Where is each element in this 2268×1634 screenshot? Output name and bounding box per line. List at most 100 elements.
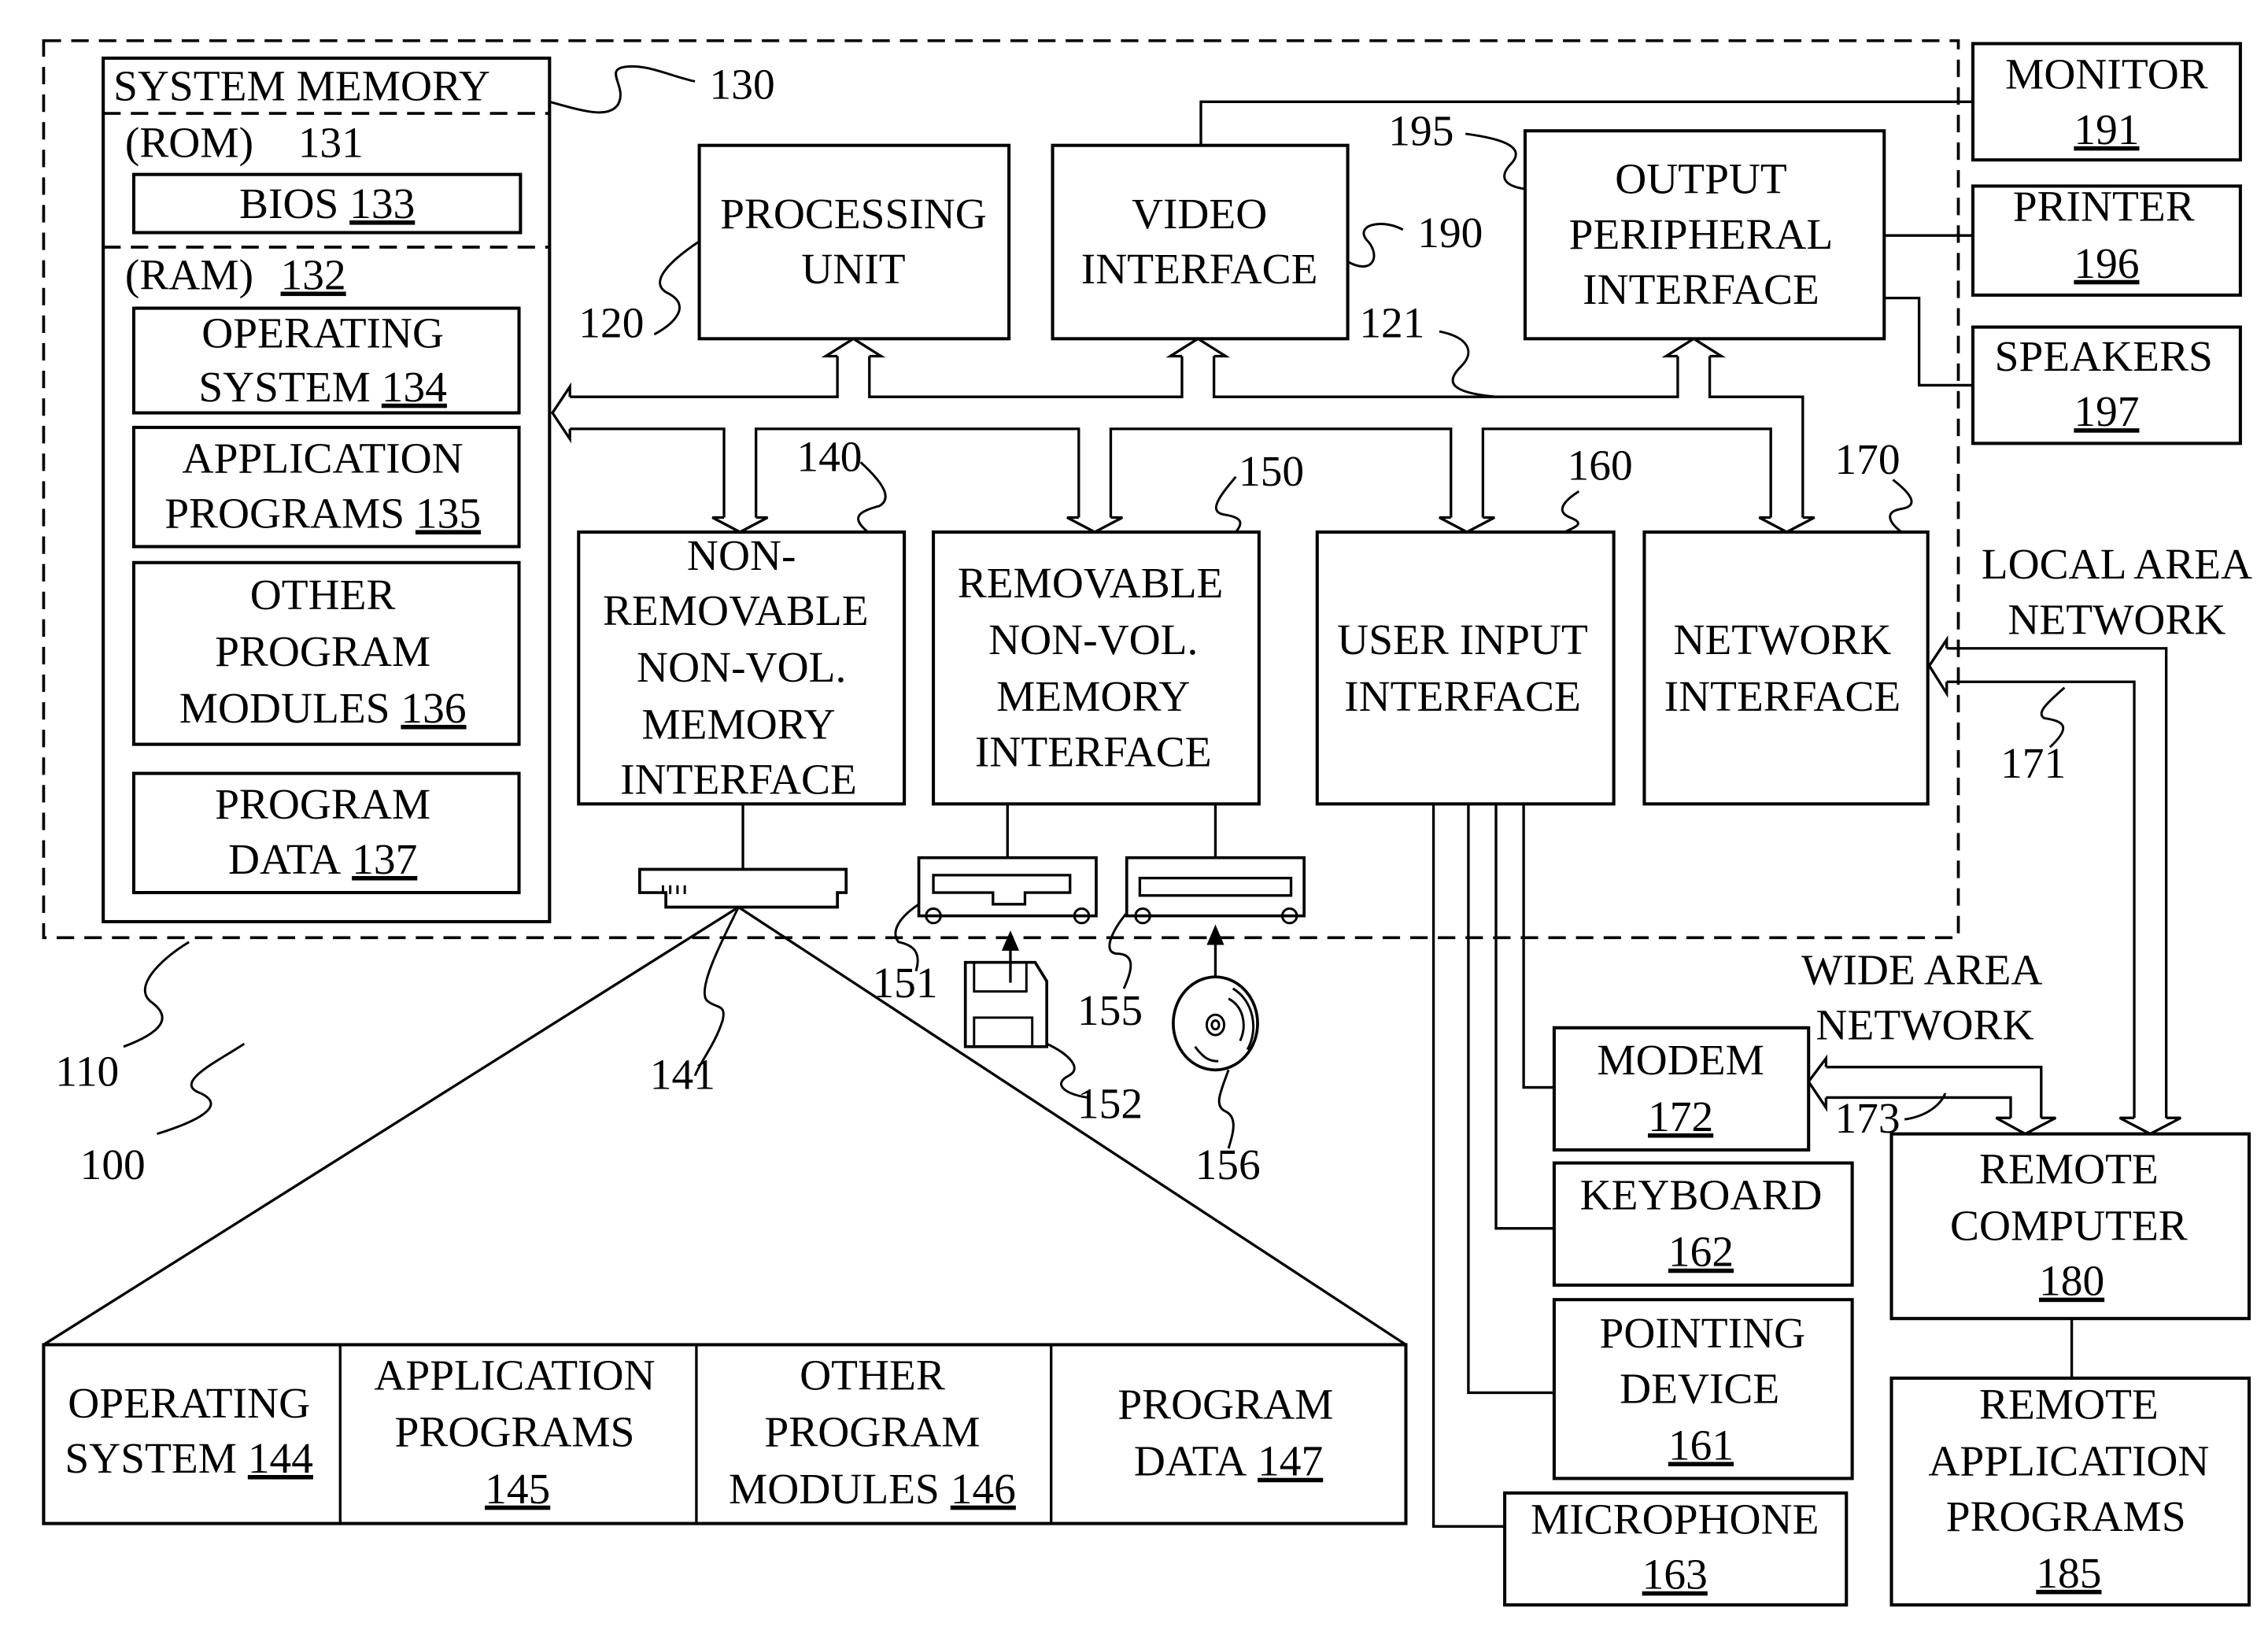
lan-line2: NETWORK <box>2008 595 2226 643</box>
nonrem-line2: REMOVABLE <box>603 586 869 634</box>
modem-ref: 172 <box>1648 1092 1713 1140</box>
rem-line1: REMOVABLE <box>958 559 1224 607</box>
network-interface: NETWORK INTERFACE 170 <box>1642 435 1930 806</box>
processing-unit-line2: UNIT <box>801 245 905 293</box>
ref-152: 152 <box>1077 1079 1143 1127</box>
disk-modules-line2: PROGRAM <box>764 1408 980 1456</box>
remote-apps-ref: 185 <box>2036 1549 2101 1597</box>
disk-data-line1: PROGRAM <box>1117 1381 1333 1429</box>
ram-ref: 132 <box>281 251 346 299</box>
speakers-label: SPEAKERS <box>1995 332 2213 380</box>
leader-171 <box>2040 686 2066 749</box>
rom-label: (ROM) <box>125 118 253 166</box>
wan-line2: NETWORK <box>1816 1001 2033 1049</box>
leader-170 <box>1889 479 1913 534</box>
remote-computer-line1: REMOTE <box>1979 1144 2159 1192</box>
app-135-line2: PROGRAMS 135 <box>164 489 481 537</box>
monitor-label: MONITOR <box>2005 50 2208 98</box>
leader-155 <box>1108 911 1132 989</box>
ref-121: 121 <box>1359 299 1424 347</box>
ref-171: 171 <box>2000 739 2066 787</box>
removable-memory-interface: REMOVABLE NON-VOL. MEMORY INTERFACE 150 <box>932 447 1304 858</box>
ref-160: 160 <box>1568 442 1633 490</box>
remote-apps-line1: REMOTE <box>1979 1381 2159 1429</box>
nonrem-line1: NON- <box>687 531 796 579</box>
optical-drive-icon: 155 <box>1077 856 1306 1034</box>
disk-modules-line1: OTHER <box>800 1351 945 1399</box>
wan-line1: WIDE AREA <box>1801 945 2042 993</box>
leader-140 <box>857 461 887 534</box>
monitor-ref: 191 <box>2074 105 2139 153</box>
printer: PRINTER 196 <box>1971 183 2242 297</box>
printer-ref: 196 <box>2074 239 2139 287</box>
pointing-ref: 161 <box>1668 1421 1734 1469</box>
nonrem-line4: MEMORY <box>641 700 835 748</box>
ref-130: 130 <box>710 61 775 109</box>
lan-line1: LOCAL AREA <box>1982 540 2252 588</box>
video-interface-line2: INTERFACE <box>1081 245 1318 293</box>
ref-141: 141 <box>650 1050 715 1098</box>
keyboard-ref: 162 <box>1668 1228 1734 1276</box>
remote-apps-line2: APPLICATION <box>1928 1437 2209 1485</box>
leader-195 <box>1465 132 1526 190</box>
leader-120 <box>653 240 700 336</box>
rom-ref: 131 <box>298 118 364 166</box>
leader-190 <box>1346 223 1404 268</box>
output-line2: PERIPHERAL <box>1569 210 1834 258</box>
optical-disk-icon: 156 <box>1172 924 1261 1189</box>
nonrem-line3: NON-VOL. <box>637 643 846 691</box>
os-134-line2: SYSTEM 134 <box>198 363 447 411</box>
ref-190: 190 <box>1417 209 1483 257</box>
ref-100: 100 <box>80 1140 146 1189</box>
microphone: MICROPHONE 163 <box>1503 1491 1849 1607</box>
network-line1: NETWORK <box>1673 616 1891 664</box>
processing-unit-line1: PROCESSING <box>720 190 987 238</box>
pointing-line2: DEVICE <box>1620 1364 1779 1412</box>
leader-156 <box>1217 1069 1235 1149</box>
bios-text: BIOS 133 <box>239 179 415 227</box>
user-input-line2: INTERFACE <box>1344 672 1581 720</box>
disk-apps-line1: APPLICATION <box>374 1351 655 1399</box>
leader-130 <box>549 65 696 114</box>
ref-140: 140 <box>796 432 862 480</box>
remote-apps-line3: PROGRAMS <box>1946 1492 2186 1540</box>
speakers-ref: 197 <box>2074 387 2139 435</box>
modules-136-line1: OTHER <box>250 571 396 619</box>
disk-os-line1: OPERATING <box>68 1379 310 1427</box>
disk-apps-line2: PROGRAMS <box>395 1408 635 1456</box>
wide-area-network: WIDE AREA NETWORK 173 <box>1801 945 2057 1142</box>
hard-disk-icon: 141 <box>42 867 1407 1346</box>
disk-modules-line3: MODULES 146 <box>729 1465 1016 1513</box>
system-memory-title: SYSTEM MEMORY <box>113 61 490 109</box>
processing-unit: PROCESSING UNIT 120 <box>578 143 1011 346</box>
user-input-line1: USER INPUT <box>1337 616 1588 664</box>
nonrem-line5: INTERFACE <box>620 755 857 803</box>
rem-line2: NON-VOL. <box>988 616 1198 664</box>
app-135-line1: APPLICATION <box>183 434 464 482</box>
modem-label: MODEM <box>1597 1036 1764 1084</box>
pointing-line1: POINTING <box>1600 1309 1806 1357</box>
disk-apps-ref: 145 <box>485 1465 550 1513</box>
ref-156: 156 <box>1195 1140 1261 1189</box>
non-removable-memory-interface: NON- REMOVABLE NON-VOL. MEMORY INTERFACE… <box>577 432 907 870</box>
pointing-device: POINTING DEVICE 161 <box>1552 1298 1854 1481</box>
modules-136-line2: PROGRAM <box>215 627 430 675</box>
disk-os-line2: SYSTEM 144 <box>65 1434 313 1482</box>
data-137-line1: PROGRAM <box>215 780 430 828</box>
os-134-line1: OPERATING <box>201 309 444 357</box>
leader-150 <box>1214 475 1242 533</box>
ram-label: (RAM) <box>125 251 253 299</box>
data-137-line2: DATA 137 <box>228 835 417 883</box>
leader-160 <box>1561 490 1580 534</box>
video-interface-line1: VIDEO <box>1132 190 1267 238</box>
rem-line4: INTERFACE <box>975 727 1212 775</box>
ref-155: 155 <box>1077 986 1143 1034</box>
ref-110: 110 <box>55 1048 119 1096</box>
leader-110 <box>123 941 190 1048</box>
output-line1: OUTPUT <box>1615 155 1787 203</box>
modem: MODEM 172 <box>1552 1026 1811 1152</box>
microphone-ref: 163 <box>1642 1551 1708 1599</box>
rem-line3: MEMORY <box>996 672 1190 720</box>
remote-application-programs: REMOTE APPLICATION PROGRAMS 185 <box>1889 1376 2251 1607</box>
network-line2: INTERFACE <box>1664 672 1901 720</box>
